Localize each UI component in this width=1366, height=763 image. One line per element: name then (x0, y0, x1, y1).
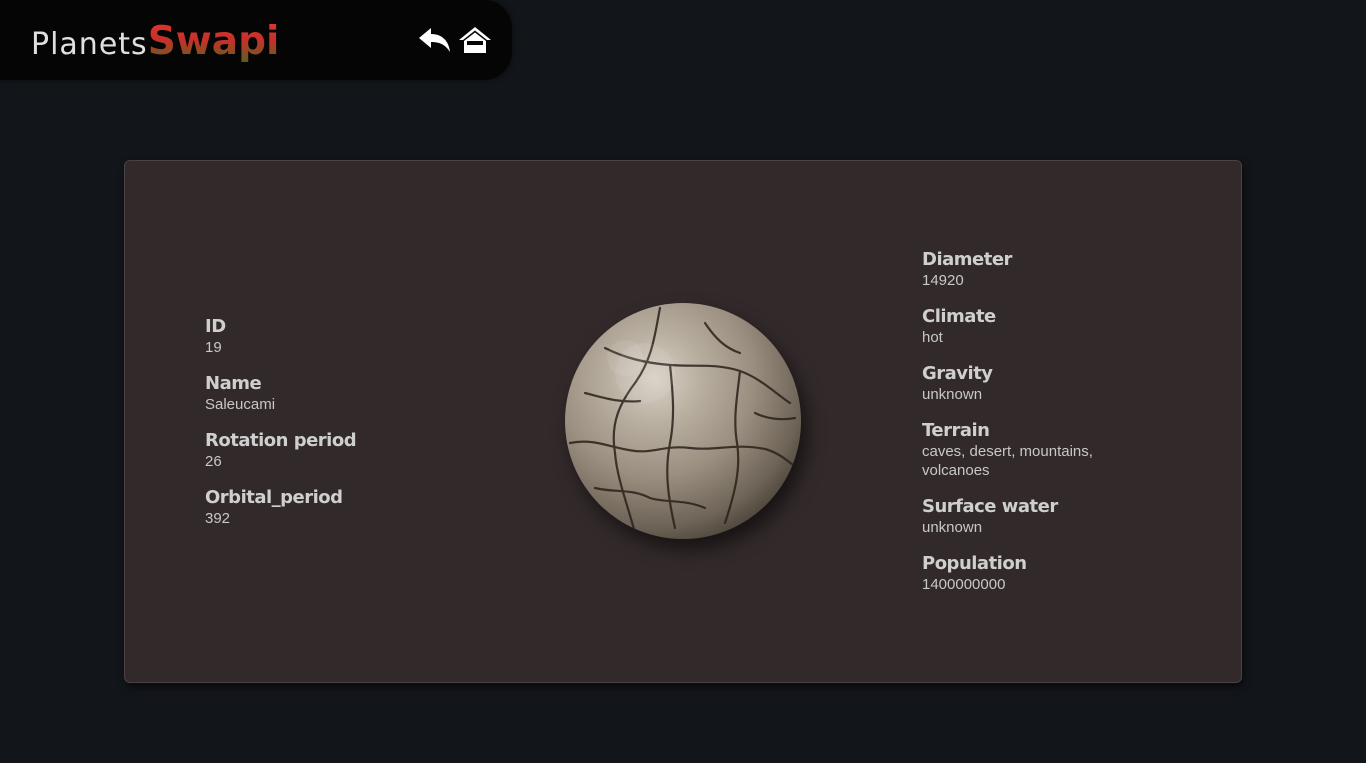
field-value: unknown (922, 386, 983, 403)
field-label: Diameter (922, 249, 1012, 270)
field-orbital-period: Orbital_period 392 (205, 487, 465, 528)
field-label: Terrain (922, 420, 990, 441)
field-id: ID 19 (205, 316, 465, 357)
field-value: Saleucami (205, 396, 276, 413)
field-value: 14920 (922, 272, 964, 289)
planet-info-left: ID 19 Name Saleucami Rotation period 26 … (205, 316, 465, 544)
field-gravity: Gravity unknown (922, 363, 1122, 404)
field-value: hot (922, 329, 943, 346)
field-value: 392 (205, 510, 231, 527)
app-header: Planets Swapi (0, 0, 512, 80)
field-surface-water: Surface water unknown (922, 496, 1122, 537)
logo-text-planets: Planets (31, 27, 148, 62)
field-value: 1400000000 (922, 576, 1006, 593)
field-diameter: Diameter 14920 (922, 249, 1122, 290)
header-nav (418, 24, 492, 56)
field-name: Name Saleucami (205, 373, 465, 414)
field-label: Gravity (922, 363, 993, 384)
field-value: caves, desert, mountains, volcanoes (922, 443, 1093, 479)
planet-detail-card: ID 19 Name Saleucami Rotation period 26 … (124, 160, 1242, 683)
field-label: Orbital_period (205, 487, 343, 508)
field-value: unknown (922, 519, 983, 536)
planet-image (565, 303, 801, 539)
planet-info-right: Diameter 14920 Climate hot Gravity unkno… (922, 249, 1122, 610)
app-logo[interactable]: Planets Swapi (31, 14, 279, 70)
home-icon (459, 27, 491, 53)
logo-text-swapi: Swapi (148, 14, 280, 70)
field-label: Climate (922, 306, 996, 327)
home-button[interactable] (458, 24, 492, 56)
field-value: 26 (205, 453, 222, 470)
field-rotation-period: Rotation period 26 (205, 430, 465, 471)
field-population: Population 1400000000 (922, 553, 1122, 594)
field-label: ID (205, 316, 226, 337)
field-label: Rotation period (205, 430, 357, 451)
planet-cracks-graphic (568, 306, 799, 535)
field-terrain: Terrain caves, desert, mountains, volcan… (922, 420, 1122, 480)
field-label: Surface water (922, 496, 1058, 517)
reply-arrow-icon (419, 28, 450, 52)
field-climate: Climate hot (922, 306, 1122, 347)
field-label: Name (205, 373, 262, 394)
field-value: 19 (205, 339, 222, 356)
field-label: Population (922, 553, 1027, 574)
back-button[interactable] (418, 24, 452, 56)
